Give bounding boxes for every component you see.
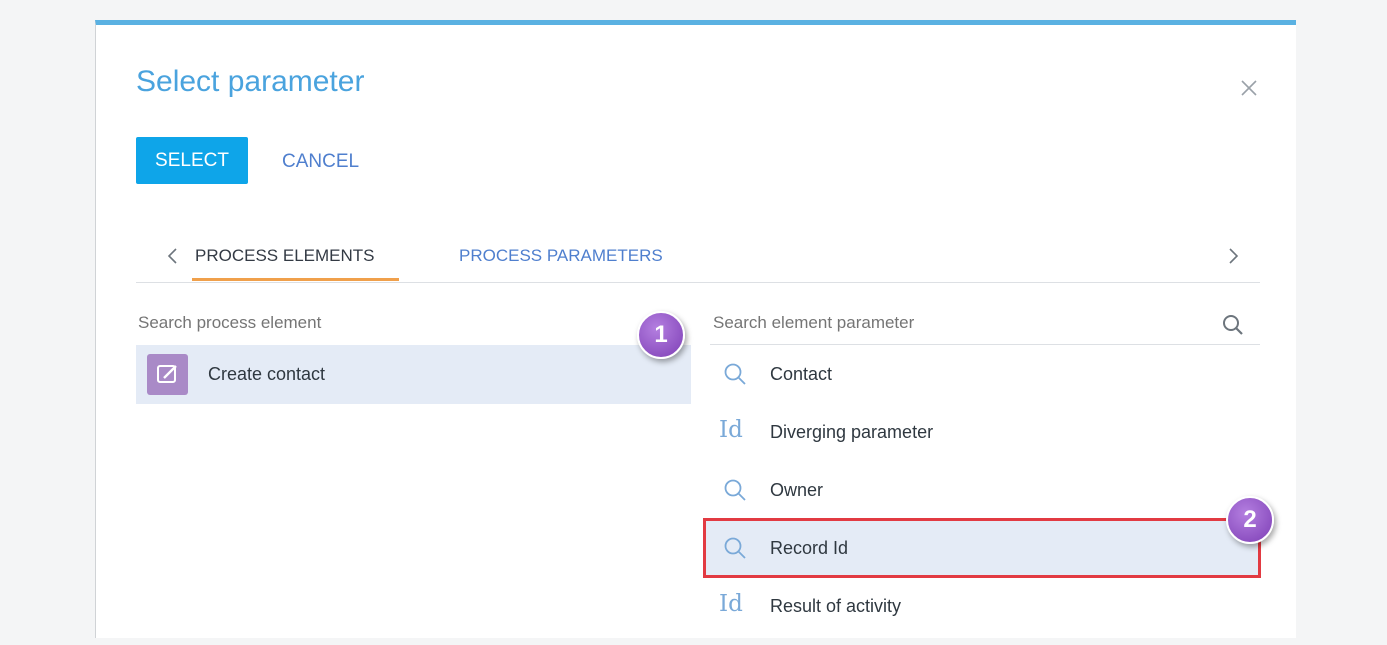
list-item-label: Create contact [208, 364, 326, 384]
chevron-left-icon[interactable] [164, 246, 182, 266]
list-item-label: Owner [770, 480, 824, 500]
dialog-title: Select parameter [136, 65, 365, 98]
tab-bar: PROCESS ELEMENTS PROCESS PARAMETERS [136, 238, 1260, 283]
search-icon [724, 363, 746, 385]
cancel-button[interactable]: CANCEL [282, 151, 359, 173]
active-tab-indicator [192, 278, 399, 281]
select-parameter-dialog: Select parameter SELECT CANCEL PROCESS E… [95, 20, 1296, 638]
list-item-owner[interactable]: Owner [704, 461, 1260, 519]
parameter-list: Contact Id Diverging parameter Owner Rec… [703, 345, 1261, 635]
list-item-result-of-activity[interactable]: Id Result of activity [704, 577, 1260, 635]
list-item-diverging-parameter[interactable]: Id Diverging parameter [704, 403, 1260, 461]
search-icon [724, 479, 746, 501]
search-element-parameter-input[interactable] [711, 307, 1215, 339]
tab-process-elements[interactable]: PROCESS ELEMENTS [195, 246, 375, 266]
search-process-element-input[interactable] [136, 307, 650, 339]
search-icon [724, 537, 746, 559]
list-item-label: Diverging parameter [770, 422, 934, 442]
search-icon[interactable] [1221, 313, 1245, 337]
tab-process-parameters[interactable]: PROCESS PARAMETERS [459, 246, 663, 266]
list-item-process-element[interactable]: Create contact [136, 345, 691, 404]
select-button[interactable]: SELECT [136, 137, 248, 184]
list-item-label: Record Id [770, 538, 849, 558]
close-icon[interactable] [1238, 77, 1260, 99]
edit-icon [147, 354, 188, 395]
id-icon: Id [719, 417, 743, 443]
list-item-label: Contact [770, 364, 833, 384]
list-item-label: Result of activity [770, 596, 902, 616]
chevron-right-icon[interactable] [1224, 246, 1242, 266]
list-item-record-id[interactable]: Record Id [703, 518, 1261, 578]
list-item-contact[interactable]: Contact [704, 345, 1260, 403]
annotation-badge-2: 2 [1226, 496, 1274, 544]
id-icon: Id [719, 591, 743, 617]
annotation-badge-1: 1 [637, 311, 685, 359]
